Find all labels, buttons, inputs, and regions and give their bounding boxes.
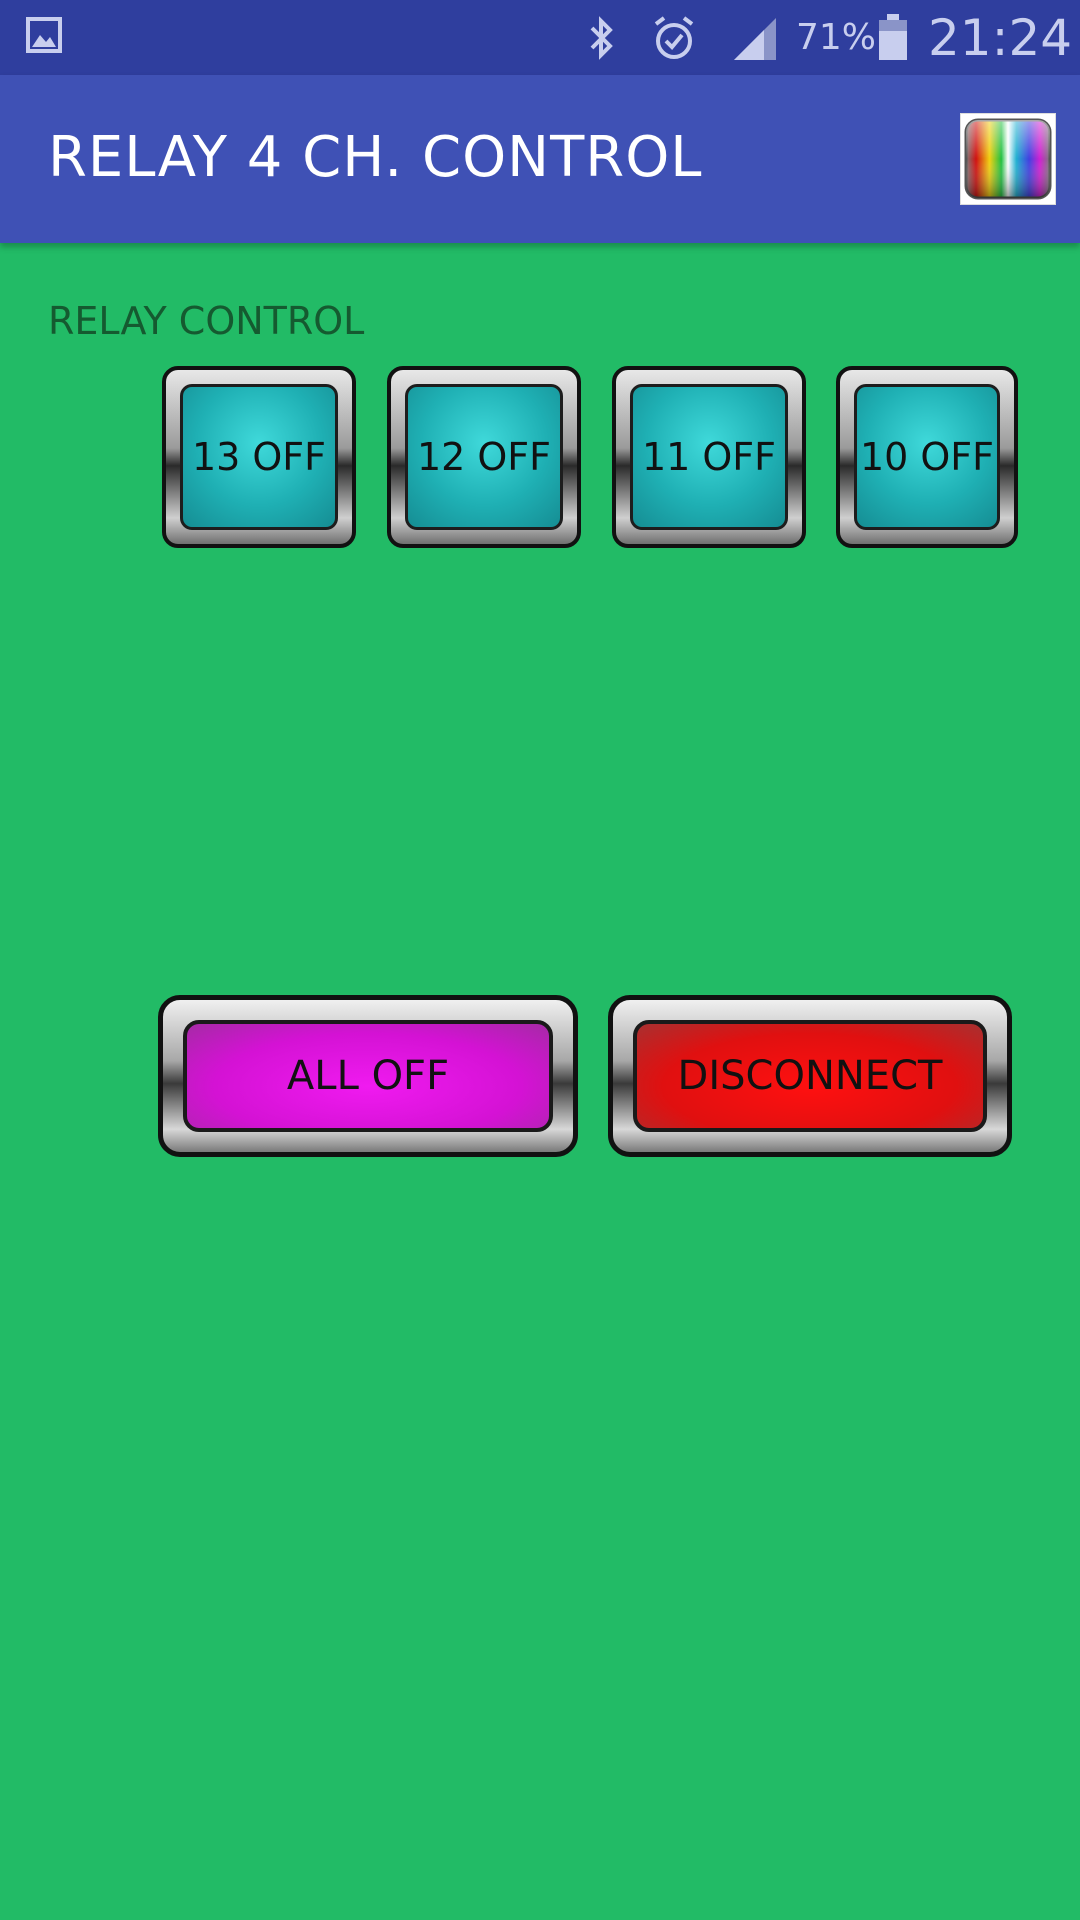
alarm-icon	[654, 16, 694, 59]
all-off-button[interactable]: ALL OFF	[158, 995, 578, 1157]
relay-button-label: 10 OFF	[859, 435, 995, 479]
all-off-label: ALL OFF	[286, 1053, 450, 1099]
app-bar: RELAY 4 CH. CONTROL	[0, 75, 1080, 243]
relay-button-label: 11 OFF	[641, 435, 777, 479]
clock: 21:24	[928, 9, 1073, 67]
battery-percent: 71%	[796, 17, 877, 58]
relay-10-button[interactable]: 10 OFF	[836, 366, 1018, 548]
rainbow-stripes-icon[interactable]	[960, 113, 1056, 205]
relay-button-face: 13 OFF	[180, 384, 338, 530]
relay-button-face: 12 OFF	[405, 384, 563, 530]
bluetooth-icon	[590, 16, 613, 60]
relay-13-button[interactable]: 13 OFF	[162, 366, 356, 548]
relay-button-face: 10 OFF	[854, 384, 1000, 530]
relay-11-button[interactable]: 11 OFF	[612, 366, 806, 548]
relay-button-face: 11 OFF	[630, 384, 788, 530]
relay-button-label: 12 OFF	[416, 435, 552, 479]
signal-icon	[734, 18, 776, 60]
disconnect-button[interactable]: DISCONNECT	[608, 995, 1012, 1157]
all-off-button-face: ALL OFF	[183, 1020, 553, 1132]
relay-12-button[interactable]: 12 OFF	[387, 366, 581, 548]
battery-icon	[879, 14, 907, 60]
image-icon	[26, 17, 62, 53]
disconnect-button-face: DISCONNECT	[633, 1020, 987, 1132]
section-label: RELAY CONTROL	[48, 299, 365, 343]
status-bar: 71% 21:24	[0, 0, 1080, 75]
app-title: RELAY 4 CH. CONTROL	[48, 125, 703, 190]
relay-button-label: 13 OFF	[191, 435, 327, 479]
disconnect-label: DISCONNECT	[677, 1053, 943, 1099]
